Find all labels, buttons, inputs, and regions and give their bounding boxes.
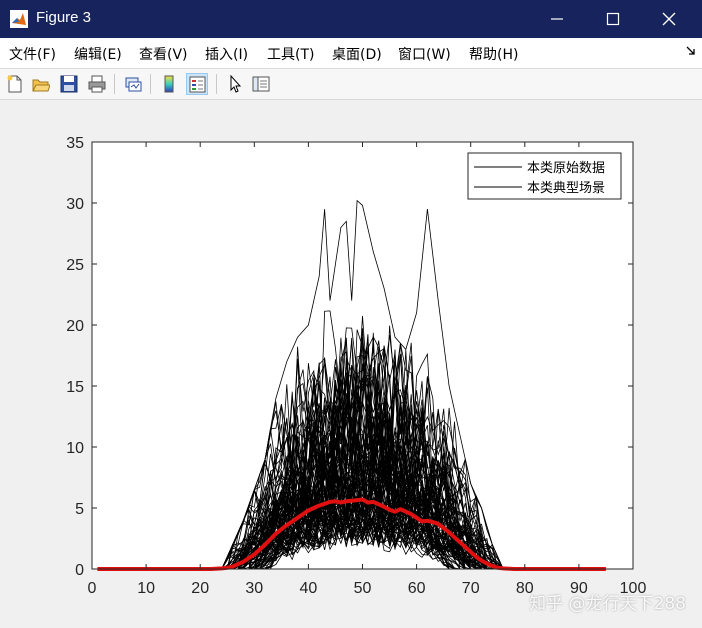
menu-edit[interactable]: 编辑(E) bbox=[74, 44, 122, 64]
legend[interactable]: 本类原始数据本类典型场景 bbox=[467, 152, 622, 200]
legend-icon bbox=[189, 76, 206, 93]
new-figure-icon bbox=[7, 75, 22, 93]
maximize-button[interactable] bbox=[586, 0, 642, 38]
print-button[interactable] bbox=[86, 73, 108, 95]
menu-file[interactable]: 文件(F) bbox=[9, 44, 56, 64]
y-tick-label: 0 bbox=[75, 562, 84, 579]
print-icon bbox=[88, 75, 106, 93]
figure-window: Figure 3 文件(F) 编辑(E) 查看(V) 插入(I) 工具(T) 桌… bbox=[0, 0, 702, 628]
save-button[interactable] bbox=[58, 73, 80, 95]
y-tick-label: 30 bbox=[66, 196, 84, 213]
x-tick-label: 30 bbox=[245, 580, 263, 597]
menu-help[interactable]: 帮助(H) bbox=[469, 44, 518, 64]
pointer-button[interactable] bbox=[224, 73, 246, 95]
close-button[interactable] bbox=[642, 0, 698, 38]
colorbar-icon bbox=[164, 75, 174, 93]
title-bar: Figure 3 bbox=[0, 0, 702, 38]
pointer-icon bbox=[230, 75, 242, 93]
minimize-button[interactable] bbox=[530, 0, 586, 38]
matlab-logo-icon bbox=[10, 10, 28, 28]
x-tick-label: 10 bbox=[137, 580, 155, 597]
close-icon bbox=[662, 12, 676, 26]
menu-bar: 文件(F) 编辑(E) 查看(V) 插入(I) 工具(T) 桌面(D) 窗口(W… bbox=[0, 38, 702, 69]
link-plot-button[interactable] bbox=[122, 73, 144, 95]
x-tick-label: 70 bbox=[462, 580, 480, 597]
toolbar-separator bbox=[150, 74, 151, 94]
x-tick-label: 20 bbox=[191, 580, 209, 597]
menu-window[interactable]: 窗口(W) bbox=[398, 44, 451, 64]
watermark: 知乎 @龙行天下288 bbox=[529, 594, 686, 614]
save-icon bbox=[60, 75, 78, 93]
property-editor-icon bbox=[252, 76, 270, 92]
tool-bar bbox=[0, 69, 702, 100]
legend-entry-label: 本类典型场景 bbox=[527, 181, 605, 196]
toolbar-separator bbox=[216, 74, 217, 94]
menu-view[interactable]: 查看(V) bbox=[139, 44, 188, 64]
legend-button[interactable] bbox=[186, 73, 208, 95]
new-figure-button[interactable] bbox=[4, 73, 26, 95]
y-tick-label: 20 bbox=[66, 318, 84, 335]
line-chart[interactable]: 0 10 20 30 40 50 60 70 80 90 100 05101520253035 本类… bbox=[0, 100, 702, 628]
y-tick-label: 5 bbox=[75, 501, 84, 518]
y-tick-label: 10 bbox=[66, 440, 84, 457]
x-tick-label: 40 bbox=[300, 580, 318, 597]
dock-arrow-icon[interactable] bbox=[686, 46, 696, 56]
open-file-button[interactable] bbox=[30, 73, 52, 95]
menu-desktop[interactable]: 桌面(D) bbox=[332, 44, 382, 64]
y-tick-label: 25 bbox=[66, 257, 84, 274]
property-editor-button[interactable] bbox=[250, 73, 272, 95]
colorbar-button[interactable] bbox=[158, 73, 180, 95]
x-tick-label: 0 bbox=[88, 580, 97, 597]
y-tick-label: 35 bbox=[66, 135, 84, 152]
menu-tools[interactable]: 工具(T) bbox=[267, 44, 314, 64]
minimize-icon bbox=[551, 18, 563, 20]
window-title: Figure 3 bbox=[36, 9, 92, 26]
x-tick-label: 60 bbox=[408, 580, 426, 597]
open-file-icon bbox=[32, 79, 50, 92]
legend-entry-label: 本类原始数据 bbox=[527, 161, 605, 176]
x-tick-label: 50 bbox=[354, 580, 372, 597]
y-tick-label: 15 bbox=[66, 379, 84, 396]
menu-insert[interactable]: 插入(I) bbox=[205, 44, 248, 64]
maximize-icon bbox=[606, 12, 620, 26]
toolbar-separator bbox=[114, 74, 115, 94]
link-plot-icon bbox=[125, 77, 142, 92]
